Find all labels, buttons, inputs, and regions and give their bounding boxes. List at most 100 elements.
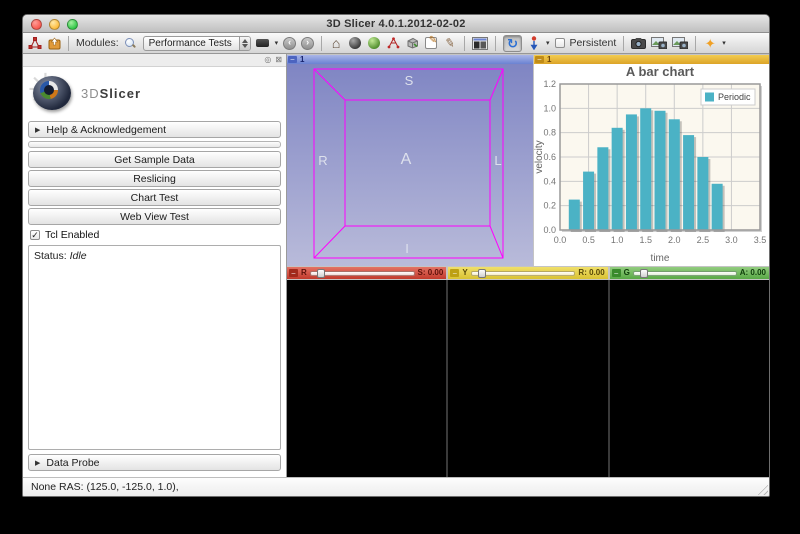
- get-sample-data-button[interactable]: Get Sample Data: [28, 151, 281, 168]
- persistent-checkbox[interactable]: [554, 38, 565, 48]
- status-value: Idle: [69, 250, 87, 262]
- status-label: Status:: [34, 250, 67, 262]
- threeD-canvas[interactable]: S R A L I: [287, 64, 533, 266]
- layout-selector-icon[interactable]: [472, 35, 489, 51]
- threeD-view-titlebar[interactable]: – 1: [287, 55, 533, 64]
- editor-module-icon[interactable]: ✎: [424, 35, 438, 51]
- module-search-icon[interactable]: [124, 35, 138, 51]
- module-panel: ◎ ⊠ ✳ 3DSlicer ▶ Help & Acknowledgement …: [23, 54, 287, 477]
- svg-text:time: time: [651, 253, 670, 264]
- yellow-slice-controller: – Y R: 0.00: [448, 267, 608, 279]
- toolbar-separator: [623, 35, 625, 51]
- data-probe-section[interactable]: ▶ Data Probe: [28, 454, 281, 471]
- red-slice-viewport[interactable]: [287, 280, 447, 477]
- button-label: Get Sample Data: [114, 153, 195, 166]
- chart-canvas[interactable]: 0.0 0.2 0.4 0.6 0.8 1.0 1.2 0.0 0.5 1.0 1.5 2.0 2.5 3…: [534, 64, 769, 266]
- markups-pen-icon[interactable]: ✎: [442, 34, 459, 52]
- yellow-slice-viewport[interactable]: [448, 280, 608, 477]
- yellow-slice-slider[interactable]: [470, 268, 576, 278]
- green-slice-offset: A: 0.00: [739, 268, 766, 277]
- top-view-row: – 1 S R A L I – 1 0.0 0.2 0.4 0.6 0.8 1.…: [287, 54, 769, 266]
- reslicing-button[interactable]: Reslicing: [28, 170, 281, 187]
- volume-rendering-module-icon[interactable]: [405, 35, 419, 51]
- annotation-star-icon[interactable]: ✦: [703, 35, 717, 51]
- help-acknowledgement-section[interactable]: ▶ Help & Acknowledgement: [28, 121, 281, 138]
- transforms-module-icon[interactable]: [386, 35, 400, 51]
- yellow-slice-offset: R: 0.00: [578, 268, 605, 277]
- close-button[interactable]: [31, 19, 42, 30]
- logo-text-3d: 3D: [81, 85, 100, 101]
- toolbar-separator: [695, 35, 697, 51]
- red-slider-thumb[interactable]: [316, 268, 325, 278]
- main-area: ◎ ⊠ ✳ 3DSlicer ▶ Help & Acknowledgement …: [23, 54, 769, 477]
- svg-text:2.0: 2.0: [668, 235, 681, 245]
- panel-close-icon[interactable]: ⊠: [275, 56, 282, 64]
- svg-text:3.5: 3.5: [754, 235, 767, 245]
- chart-view-menu-icon[interactable]: –: [535, 56, 544, 63]
- web-view-test-button[interactable]: Web View Test: [28, 208, 281, 225]
- toolbar-separator: [495, 35, 497, 51]
- load-data-icon[interactable]: [28, 35, 42, 51]
- orientation-left-label: L: [494, 153, 501, 168]
- toolbar-separator: [464, 35, 466, 51]
- collapsed-section-bar[interactable]: [28, 141, 281, 148]
- help-section-label: Help & Acknowledgement: [46, 123, 167, 136]
- chart-test-button[interactable]: Chart Test: [28, 189, 281, 206]
- place-mode-caret-icon[interactable]: ▾: [546, 40, 550, 47]
- minimize-button[interactable]: [49, 19, 60, 30]
- sceneview-restore-icon[interactable]: [672, 35, 689, 51]
- yellow-slice-letter: Y: [462, 268, 468, 277]
- logo-text: 3DSlicer: [81, 86, 141, 101]
- green-slice-controller: – G A: 0.00: [609, 267, 769, 279]
- data-probe-label: Data Probe: [46, 456, 100, 469]
- pencil-icon: ✎: [428, 35, 438, 46]
- green-slice-menu-icon[interactable]: –: [611, 269, 621, 277]
- save-icon[interactable]: [47, 35, 61, 51]
- resize-grip[interactable]: [755, 482, 768, 495]
- svg-text:2.5: 2.5: [697, 235, 710, 245]
- place-mode-icon[interactable]: [527, 35, 541, 51]
- slice-controllers-row: – R S: 0.00 – Y R: 0.00 – G A: 0.00: [287, 267, 769, 279]
- red-slice-letter: R: [301, 268, 307, 277]
- button-label: Chart Test: [130, 191, 179, 204]
- svg-text:0.0: 0.0: [554, 235, 567, 245]
- history-caret-icon[interactable]: ▾: [275, 40, 279, 47]
- module-history-icon[interactable]: [256, 35, 270, 51]
- green-slice-viewport[interactable]: [609, 280, 769, 477]
- toolbar-separator: [68, 35, 69, 51]
- screenshot-icon[interactable]: [631, 35, 647, 51]
- green-slice-slider[interactable]: [632, 268, 737, 278]
- forward-icon: ›: [306, 37, 310, 47]
- models-module-icon[interactable]: [367, 35, 381, 51]
- tcl-enabled-checkbox[interactable]: ✓: [30, 230, 40, 240]
- status-bar: None RAS: (125.0, -125.0, 1.0),: [23, 477, 769, 496]
- logo-orb-icon: [33, 76, 71, 110]
- chart-view-titlebar[interactable]: – 1: [534, 55, 769, 64]
- home-module-icon[interactable]: ⌂: [329, 35, 343, 51]
- green-slider-thumb[interactable]: [640, 268, 648, 278]
- window-title: 3D Slicer 4.0.1.2012-02-02: [326, 17, 466, 30]
- red-slice-slider[interactable]: [309, 268, 415, 278]
- rotate-mode-icon: ↻: [507, 35, 519, 51]
- zoom-button[interactable]: [67, 19, 78, 30]
- yellow-slider-thumb[interactable]: [477, 268, 486, 278]
- rotate-mode-button[interactable]: ↻: [503, 34, 523, 52]
- panel-float-icon[interactable]: ◎: [264, 56, 271, 64]
- tcl-enabled-label: Tcl Enabled: [45, 229, 100, 241]
- status-text-area[interactable]: Status: Idle: [28, 245, 281, 450]
- sceneview-capture-icon[interactable]: [651, 35, 668, 51]
- threeD-view-menu-icon[interactable]: –: [288, 56, 297, 63]
- chart-view-label: 1: [547, 54, 552, 64]
- red-slice-menu-icon[interactable]: –: [289, 269, 298, 277]
- title-bar[interactable]: 3D Slicer 4.0.1.2012-02-02: [23, 15, 769, 33]
- volumes-module-icon[interactable]: [348, 35, 362, 51]
- annotation-caret-icon[interactable]: ▾: [722, 40, 726, 47]
- yellow-slice-menu-icon[interactable]: –: [450, 269, 460, 277]
- module-selector-stepper[interactable]: [238, 36, 250, 50]
- svg-text:A bar chart: A bar chart: [626, 64, 695, 79]
- threeD-wireframe: S R A L I: [313, 68, 504, 259]
- module-selector[interactable]: Performance Tests: [142, 35, 251, 51]
- module-back-button[interactable]: ‹: [283, 36, 297, 50]
- module-forward-button[interactable]: ›: [301, 36, 315, 50]
- desktop: 3D Slicer 4.0.1.2012-02-02 Modules: Perf…: [0, 0, 800, 534]
